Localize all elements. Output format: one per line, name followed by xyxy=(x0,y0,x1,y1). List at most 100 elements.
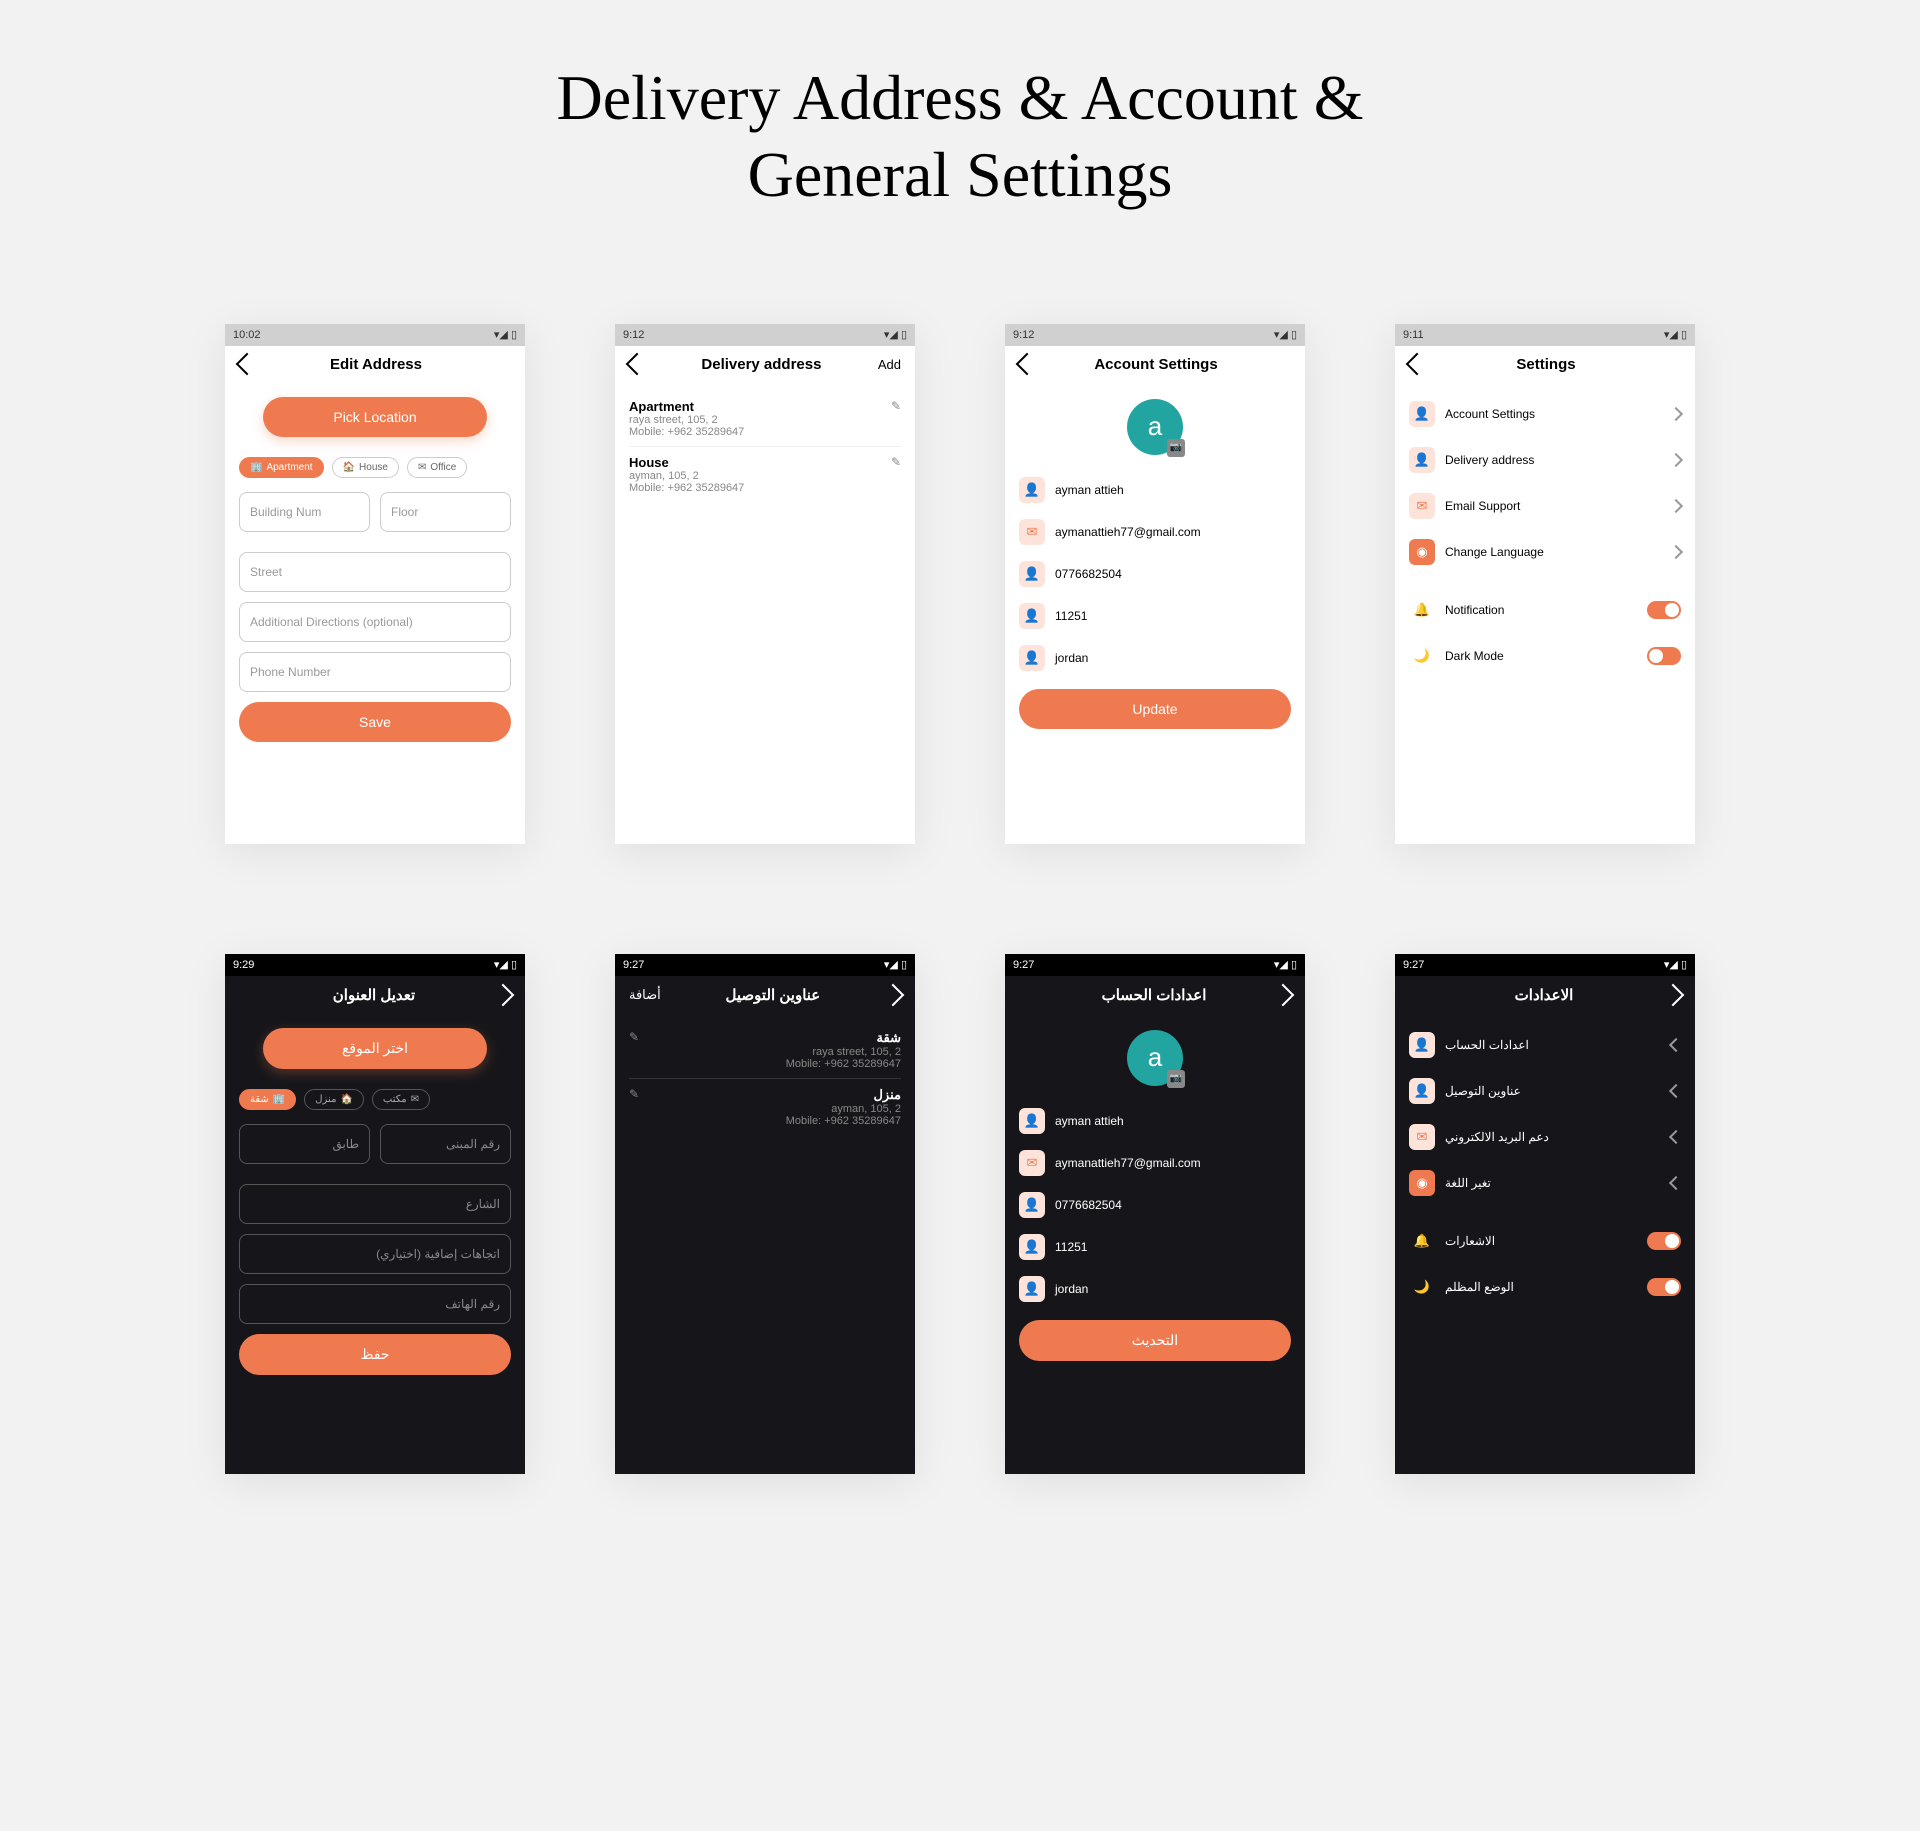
settings-row-label: الاشعارات xyxy=(1445,1234,1495,1248)
edit-icon[interactable]: ✎ xyxy=(629,1087,639,1101)
header: Settings xyxy=(1395,346,1695,383)
darkmode-toggle[interactable] xyxy=(1647,1278,1681,1296)
building-input[interactable]: رقم المبنى xyxy=(380,1124,511,1164)
moon-icon: 🌙 xyxy=(1409,643,1435,669)
street-input[interactable]: الشارع xyxy=(239,1184,511,1224)
person-icon: 👤 xyxy=(1019,1108,1045,1134)
add-button[interactable]: أضافة xyxy=(629,987,661,1003)
person-icon: 👤 xyxy=(1019,603,1045,629)
darkmode-toggle[interactable] xyxy=(1647,647,1681,665)
edit-icon[interactable]: ✎ xyxy=(891,399,901,413)
header: تعديل العنوان xyxy=(225,976,525,1014)
chevron-right-icon xyxy=(1669,499,1683,513)
back-icon[interactable] xyxy=(1272,983,1295,1006)
directions-input[interactable]: Additional Directions (optional) xyxy=(239,602,511,642)
camera-icon[interactable]: 📷 xyxy=(1167,1070,1185,1088)
settings-delivery-row[interactable]: 👤Delivery address xyxy=(1409,437,1681,483)
edit-icon[interactable]: ✎ xyxy=(891,455,901,469)
address-item[interactable]: منزل ayman, 105, 2 Mobile: +962 35289647… xyxy=(629,1079,901,1135)
address-item[interactable]: شقة raya street, 105, 2 Mobile: +962 352… xyxy=(629,1022,901,1079)
back-icon[interactable] xyxy=(1662,983,1685,1006)
screen-delivery-address-dark: 9:27 ▾◢ ▯ عناوين التوصيل أضافة شقة raya … xyxy=(615,954,915,1474)
address-item[interactable]: Apartment raya street, 105, 2 Mobile: +9… xyxy=(629,391,901,447)
notification-toggle[interactable] xyxy=(1647,601,1681,619)
settings-email-row[interactable]: ✉دعم البريد الالكتروني xyxy=(1409,1114,1681,1160)
status-icons: ▾◢ ▯ xyxy=(1274,958,1297,971)
phone-field[interactable]: 👤0776682504 xyxy=(1019,553,1291,595)
floor-input[interactable]: Floor xyxy=(380,492,511,532)
back-icon[interactable] xyxy=(882,983,905,1006)
edit-icon[interactable]: ✎ xyxy=(629,1030,639,1044)
save-button[interactable]: Save xyxy=(239,702,511,742)
status-bar: 9:27 ▾◢ ▯ xyxy=(615,954,915,976)
settings-row-label: Email Support xyxy=(1445,499,1520,513)
settings-notification-row[interactable]: 🔔Notification xyxy=(1409,587,1681,633)
header-title: Account Settings xyxy=(1035,356,1277,373)
settings-delivery-row[interactable]: 👤 عناوين التوصيل xyxy=(1409,1068,1681,1114)
zip-field[interactable]: 👤11251 xyxy=(1019,595,1291,637)
settings-email-row[interactable]: ✉Email Support xyxy=(1409,483,1681,529)
person-icon: 👤 xyxy=(1019,1234,1045,1260)
avatar[interactable]: a📷 xyxy=(1127,399,1183,455)
status-icons: ▾◢ ▯ xyxy=(884,958,907,971)
pick-location-button[interactable]: اختر الموقع xyxy=(263,1028,487,1069)
status-time: 10:02 xyxy=(233,329,261,341)
chip-house[interactable]: 🏠منزل xyxy=(304,1089,364,1110)
notification-toggle[interactable] xyxy=(1647,1232,1681,1250)
address-name: Apartment xyxy=(629,399,901,414)
address-mobile: Mobile: +962 35289647 xyxy=(629,1115,901,1127)
status-icons: ▾◢ ▯ xyxy=(494,328,517,341)
address-street: raya street, 105, 2 xyxy=(629,1046,901,1058)
add-button[interactable]: Add xyxy=(878,357,901,372)
chip-office[interactable]: ✉مكتب xyxy=(372,1089,430,1110)
name-field[interactable]: 👤ayman attieh xyxy=(1019,469,1291,511)
screen-settings-dark: 9:27 ▾◢ ▯ الاعدادات 👤اعدادات الحساب 👤عنا… xyxy=(1395,954,1695,1474)
settings-account-row[interactable]: 👤Account Settings xyxy=(1409,391,1681,437)
building-input[interactable]: Building Num xyxy=(239,492,370,532)
settings-language-row[interactable]: ◉ تغير اللغة xyxy=(1409,1160,1681,1206)
settings-account-row[interactable]: 👤اعدادات الحساب xyxy=(1409,1022,1681,1068)
header-title: الاعدادات xyxy=(1423,986,1665,1004)
globe-icon: ◉ xyxy=(1409,1170,1435,1196)
phone-input[interactable]: رقم الهاتف xyxy=(239,1284,511,1324)
settings-notification-row[interactable]: 🔔الاشعارات xyxy=(1409,1218,1681,1264)
chip-house[interactable]: 🏠House xyxy=(332,457,399,478)
address-item[interactable]: House ayman, 105, 2 Mobile: +962 3528964… xyxy=(629,447,901,502)
chip-apartment[interactable]: 🏢شقة xyxy=(239,1089,296,1110)
chip-office[interactable]: ✉Office xyxy=(407,457,467,478)
screen-edit-address-light: 10:02 ▾◢ ▯ Edit Address Pick Location 🏢A… xyxy=(225,324,525,844)
save-button[interactable]: حفظ xyxy=(239,1334,511,1375)
settings-language-row[interactable]: ◉Change Language xyxy=(1409,529,1681,575)
address-name: منزل xyxy=(629,1087,901,1103)
update-button[interactable]: التحديث xyxy=(1019,1320,1291,1361)
email-field[interactable]: ✉aymanattieh77@gmail.com xyxy=(1019,511,1291,553)
back-icon[interactable] xyxy=(492,983,515,1006)
settings-darkmode-row[interactable]: 🌙الوضع المظلم xyxy=(1409,1264,1681,1310)
country-field[interactable]: 👤jordan xyxy=(1019,1268,1291,1310)
person-icon: 👤 xyxy=(1409,1078,1435,1104)
chip-apartment[interactable]: 🏢Apartment xyxy=(239,457,324,478)
street-input[interactable]: Street xyxy=(239,552,511,592)
address-type-chips: 🏢شقة 🏠منزل ✉مكتب xyxy=(239,1089,511,1110)
phone-input[interactable]: Phone Number xyxy=(239,652,511,692)
status-icons: ▾◢ ▯ xyxy=(1664,328,1687,341)
name-field[interactable]: 👤ayman attieh xyxy=(1019,1100,1291,1142)
email-field[interactable]: ✉aymanattieh77@gmail.com xyxy=(1019,1142,1291,1184)
status-bar: 9:27 ▾◢ ▯ xyxy=(1005,954,1305,976)
zip-field[interactable]: 👤11251 xyxy=(1019,1226,1291,1268)
settings-row-label: تغير اللغة xyxy=(1445,1176,1491,1190)
pick-location-button[interactable]: Pick Location xyxy=(263,397,487,437)
address-street: raya street, 105, 2 xyxy=(629,414,901,426)
directions-input[interactable]: اتجاهات إضافية (اختياري) xyxy=(239,1234,511,1274)
avatar[interactable]: a📷 xyxy=(1127,1030,1183,1086)
page-title: Delivery Address & Account & General Set… xyxy=(0,0,1920,214)
header-title: اعدادات الحساب xyxy=(1033,986,1275,1004)
camera-icon[interactable]: 📷 xyxy=(1167,439,1185,457)
settings-darkmode-row[interactable]: 🌙Dark Mode xyxy=(1409,633,1681,679)
mail-icon: ✉ xyxy=(418,462,426,473)
phone-field[interactable]: 👤0776682504 xyxy=(1019,1184,1291,1226)
settings-row-label: عناوين التوصيل xyxy=(1445,1084,1521,1098)
country-field[interactable]: 👤jordan xyxy=(1019,637,1291,679)
update-button[interactable]: Update xyxy=(1019,689,1291,729)
floor-input[interactable]: طابق xyxy=(239,1124,370,1164)
